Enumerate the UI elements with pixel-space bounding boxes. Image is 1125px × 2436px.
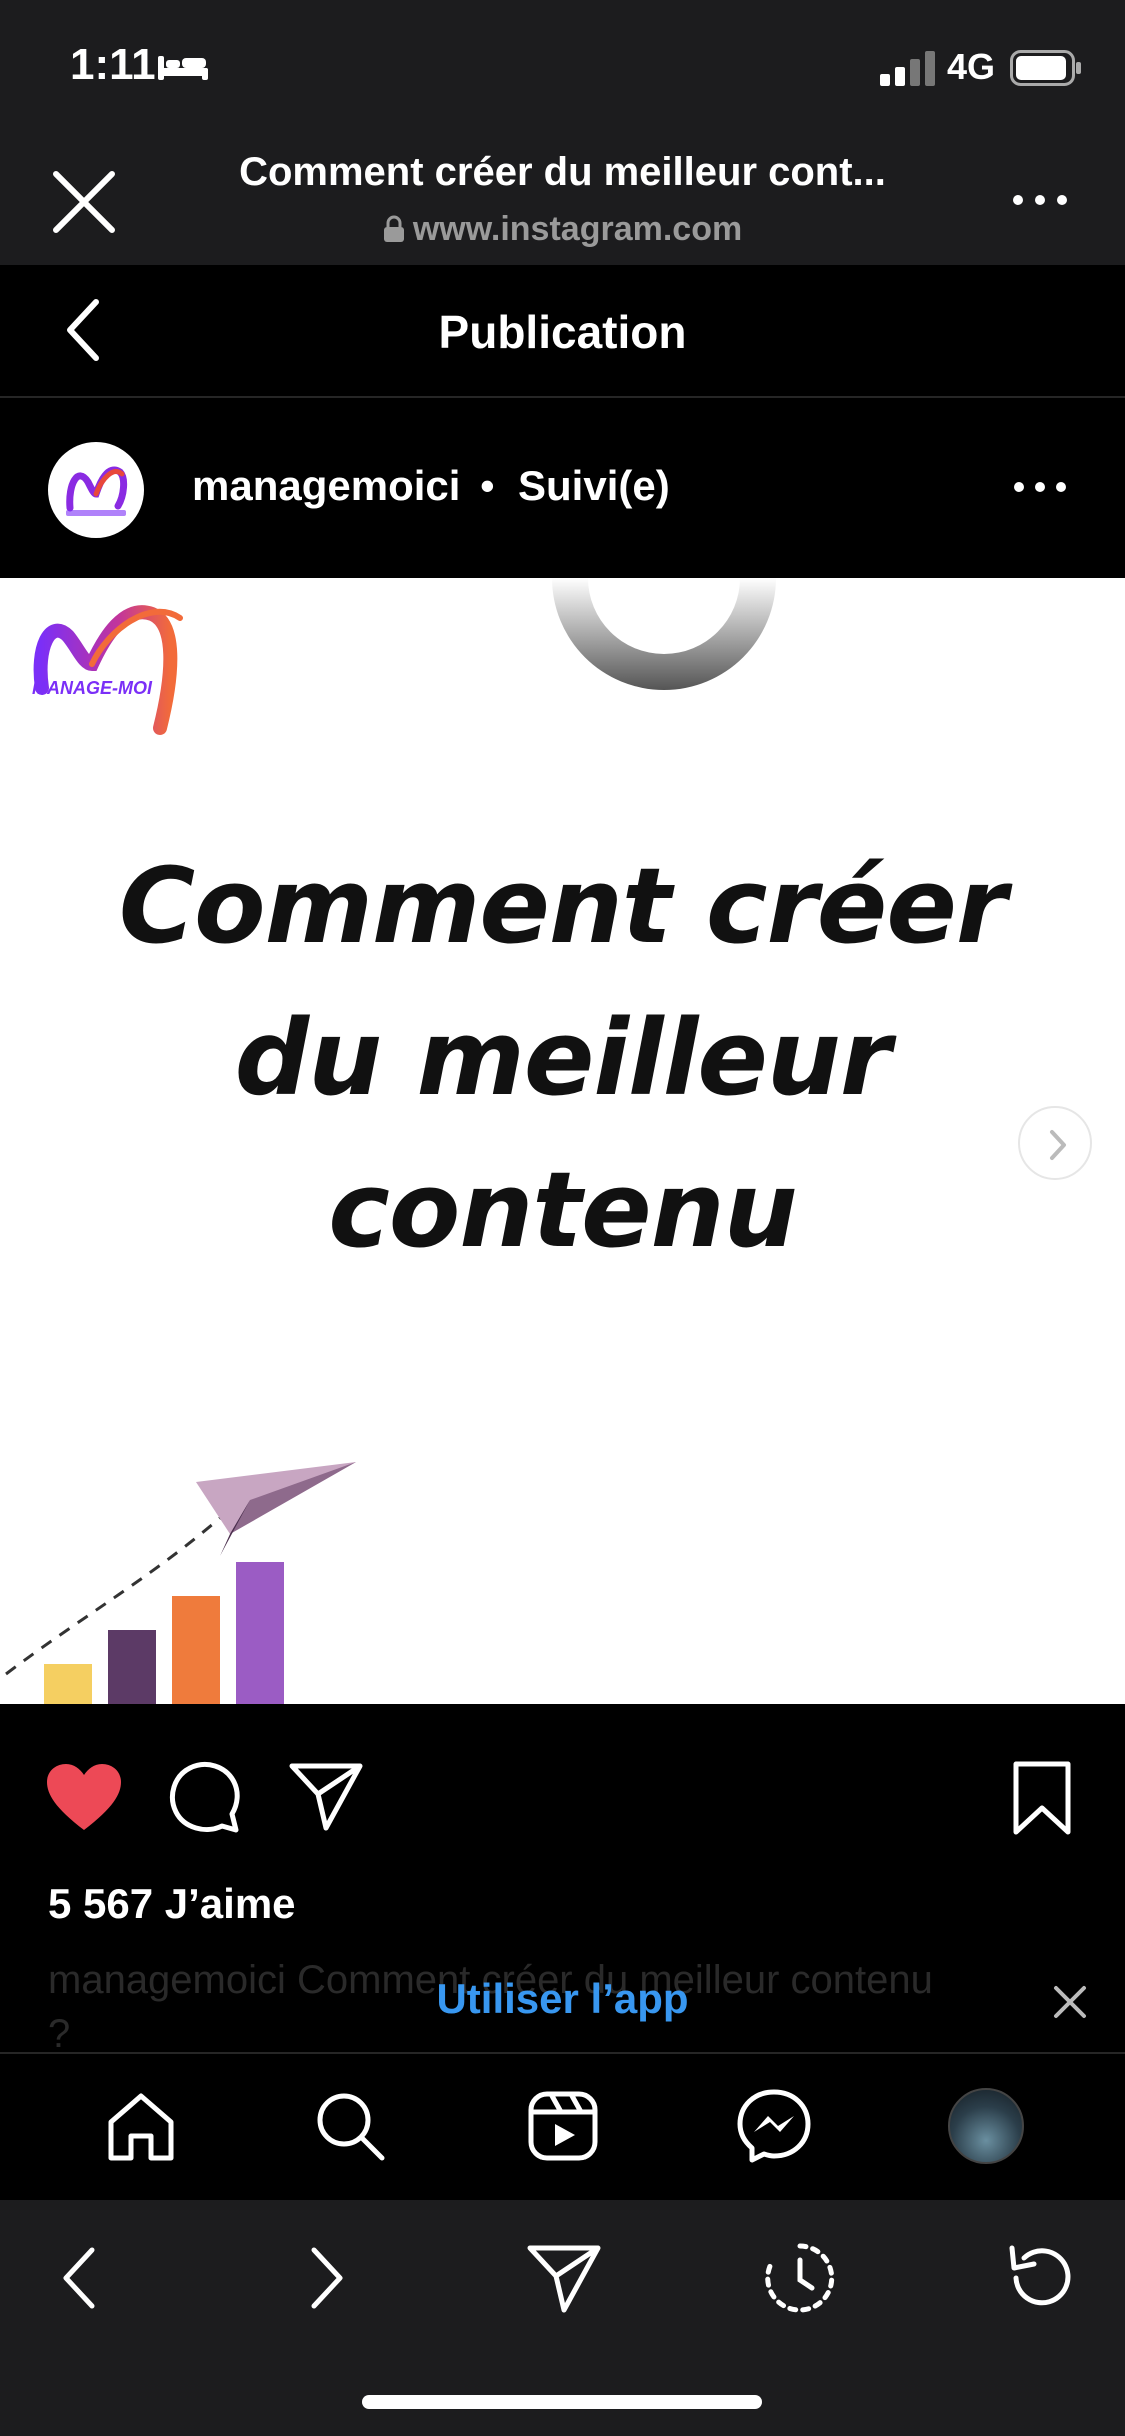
status-time: 1:11 xyxy=(70,40,156,89)
browser-page-title: Comment créer du meilleur cont... xyxy=(239,150,886,194)
reload-icon[interactable] xyxy=(1002,2240,1078,2316)
history-icon[interactable] xyxy=(762,2240,838,2316)
comment-icon[interactable] xyxy=(166,1758,242,1834)
battery-icon xyxy=(1010,50,1081,86)
separator-dot: • xyxy=(480,462,495,509)
home-icon[interactable] xyxy=(103,2088,179,2164)
banner-close-icon[interactable] xyxy=(1050,1982,1090,2022)
lock-icon xyxy=(383,215,404,242)
bed-icon xyxy=(158,56,208,80)
use-app-link[interactable]: Utiliser l’app xyxy=(0,1975,1125,2023)
brand-logo xyxy=(33,605,183,735)
share-icon[interactable] xyxy=(288,1760,364,1832)
home-indicator[interactable] xyxy=(362,2395,762,2409)
page-title: Publication xyxy=(438,306,687,358)
network-label: 4G xyxy=(947,46,996,87)
heart-icon[interactable] xyxy=(45,1762,123,1832)
headline-line-1: Comment créer xyxy=(118,845,1007,967)
back-icon[interactable] xyxy=(44,2240,120,2316)
avatar[interactable] xyxy=(48,442,144,538)
share-icon[interactable] xyxy=(526,2240,602,2316)
search-icon[interactable] xyxy=(312,2088,388,2164)
profile-avatar[interactable] xyxy=(948,2088,1024,2164)
forward-icon[interactable] xyxy=(286,2240,362,2316)
logo-text: MANAGE-MOI xyxy=(32,678,152,698)
likes-count[interactable]: 5 567 J’aime xyxy=(48,1880,296,1928)
post-username[interactable]: managemoici xyxy=(192,462,460,510)
close-icon[interactable] xyxy=(44,162,124,242)
post-headline: Comment créer du meilleur contenu xyxy=(0,830,1125,1286)
follow-status[interactable]: Suivi(e) xyxy=(518,462,670,510)
more-icon[interactable] xyxy=(1000,170,1080,230)
carousel-next-button[interactable] xyxy=(1018,1106,1092,1180)
url-text: www.instagram.com xyxy=(412,210,743,248)
signal-icon xyxy=(880,51,935,86)
messenger-icon[interactable] xyxy=(736,2088,812,2164)
chevron-right-icon xyxy=(1050,1130,1066,1160)
reels-icon[interactable] xyxy=(525,2088,601,2164)
browser-url[interactable]: www.instagram.com xyxy=(150,210,975,249)
back-icon[interactable] xyxy=(50,290,120,370)
manage-moi-logo-icon xyxy=(66,466,128,516)
headline-line-2: du meilleur xyxy=(234,997,891,1119)
headline-line-3: contenu xyxy=(328,1149,797,1271)
bookmark-icon[interactable] xyxy=(1010,1760,1074,1836)
post-more-icon[interactable] xyxy=(1005,462,1075,512)
